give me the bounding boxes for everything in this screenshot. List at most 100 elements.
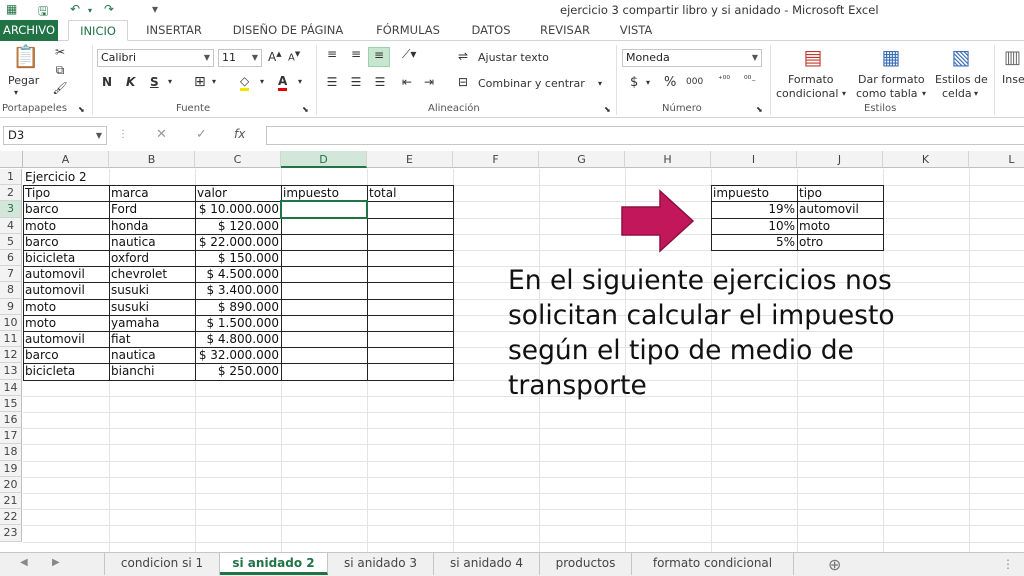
align-left-icon[interactable]: ☰ xyxy=(322,75,342,89)
column-header-k[interactable]: K xyxy=(883,151,969,168)
conditional-format-label-2[interactable]: condicional xyxy=(776,87,838,100)
tab-diseno[interactable]: DISEÑO DE PÁGINA xyxy=(224,20,352,41)
dialog-launcher-icon[interactable]: ⬊ xyxy=(78,105,85,114)
wrap-text-icon[interactable]: ⇌ xyxy=(458,49,468,63)
row-header-14[interactable]: 14 xyxy=(0,379,22,396)
table-cell[interactable]: nautica xyxy=(109,347,195,363)
insert-cells-icon[interactable]: ▥ xyxy=(1004,47,1021,68)
paste-icon[interactable]: 📋 xyxy=(12,45,40,73)
font-color-icon[interactable]: A xyxy=(278,74,288,91)
tax-rate-cell[interactable]: 19% xyxy=(711,201,797,217)
font-size-dropdown[interactable]: 11 ▼ xyxy=(218,49,262,67)
table-cell[interactable]: barco xyxy=(23,201,109,217)
align-top-icon[interactable]: ≡ xyxy=(322,47,342,61)
select-all-corner[interactable] xyxy=(0,151,23,168)
tab-archivo[interactable]: ARCHIVO xyxy=(0,20,58,41)
conditional-format-icon[interactable]: ▤ xyxy=(798,45,828,71)
borders-dropdown-icon[interactable]: ▾ xyxy=(212,77,216,86)
row-header-15[interactable]: 15 xyxy=(0,395,22,412)
align-middle-icon[interactable]: ≡ xyxy=(346,47,366,61)
column-header-d[interactable]: D xyxy=(281,151,367,168)
column-header-c[interactable]: C xyxy=(195,151,281,168)
merge-dropdown-icon[interactable]: ▾ xyxy=(598,79,602,88)
table-cell[interactable]: $ 4.800.000 xyxy=(195,331,281,347)
row-header-11[interactable]: 11 xyxy=(0,331,22,348)
font-color-dropdown-icon[interactable]: ▾ xyxy=(298,77,302,86)
table-cell[interactable]: fiat xyxy=(109,331,195,347)
table-cell[interactable]: $ 250.000 xyxy=(195,363,281,379)
table-cell[interactable]: $ 890.000 xyxy=(195,299,281,315)
table-cell[interactable]: $ 150.000 xyxy=(195,250,281,266)
more-icon[interactable]: ⋮ xyxy=(1002,557,1014,571)
cell-a1[interactable]: Ejercicio 2 xyxy=(23,169,109,185)
paste-dropdown-icon[interactable]: ▾ xyxy=(14,88,18,97)
scroll-left-icon[interactable]: ◀ xyxy=(20,557,28,568)
table-cell[interactable]: moto xyxy=(23,218,109,234)
tax-type-cell[interactable]: automovil xyxy=(797,201,883,217)
fill-color-icon[interactable]: ◇ xyxy=(240,74,250,91)
tab-insertar[interactable]: INSERTAR xyxy=(138,20,210,41)
table-cell[interactable]: $ 32.000.000 xyxy=(195,347,281,363)
column-header-a[interactable]: A xyxy=(23,151,109,168)
row-header-23[interactable]: 23 xyxy=(0,525,22,542)
sheet-tab-productos[interactable]: productos xyxy=(540,553,632,575)
table-cell[interactable]: bianchi xyxy=(109,363,195,379)
column-header-e[interactable]: E xyxy=(367,151,453,168)
tax-header-cell[interactable]: impuesto xyxy=(711,185,797,201)
merge-center-icon[interactable]: ⊟ xyxy=(458,75,468,89)
table-cell[interactable]: $ 120.000 xyxy=(195,218,281,234)
table-cell[interactable]: bicicleta xyxy=(23,250,109,266)
conditional-format-label-1[interactable]: Formato xyxy=(788,73,834,86)
table-cell[interactable]: barco xyxy=(23,234,109,250)
table-cell[interactable]: $ 3.400.000 xyxy=(195,282,281,298)
increase-font-icon[interactable]: A▲ xyxy=(268,50,282,64)
sheet-tab-condicion-si-1[interactable]: condicion si 1 xyxy=(104,553,220,575)
format-as-table-label-1[interactable]: Dar formato xyxy=(858,73,925,86)
column-header-b[interactable]: B xyxy=(109,151,195,168)
table-cell[interactable]: susuki xyxy=(109,299,195,315)
scroll-right-icon[interactable]: ▶ xyxy=(52,557,60,568)
copy-icon[interactable]: ⧉ xyxy=(52,63,68,78)
row-header-21[interactable]: 21 xyxy=(0,493,22,510)
header-cell[interactable]: marca xyxy=(109,185,195,201)
table-cell[interactable]: oxford xyxy=(109,250,195,266)
wrap-text-button[interactable]: Ajustar texto xyxy=(478,51,549,64)
tab-revisar[interactable]: REVISAR xyxy=(530,20,600,41)
row-header-12[interactable]: 12 xyxy=(0,347,22,364)
column-header-h[interactable]: H xyxy=(625,151,711,168)
row-header-17[interactable]: 17 xyxy=(0,428,22,445)
sheet-tab-formato-condicional[interactable]: formato condicional xyxy=(632,553,794,575)
tab-datos[interactable]: DATOS xyxy=(462,20,520,41)
format-painter-icon[interactable]: 🖌 xyxy=(52,81,68,95)
table-cell[interactable]: automovil xyxy=(23,266,109,282)
table-cell[interactable]: $ 10.000.000 xyxy=(195,201,281,217)
chevron-down-icon[interactable]: ▾ xyxy=(842,89,846,98)
percent-button[interactable]: % xyxy=(664,75,676,90)
tab-vista[interactable]: VISTA xyxy=(608,20,664,41)
row-header-6[interactable]: 6 xyxy=(0,250,22,267)
selected-cell[interactable] xyxy=(280,200,368,219)
number-format-dropdown[interactable]: Moneda ▼ xyxy=(622,49,762,67)
italic-button[interactable]: K xyxy=(126,75,135,89)
cancel-icon[interactable]: ✕ xyxy=(156,127,167,142)
currency-button[interactable]: $ xyxy=(630,75,638,90)
table-cell[interactable]: yamaha xyxy=(109,315,195,331)
table-cell[interactable]: susuki xyxy=(109,282,195,298)
table-cell[interactable]: chevrolet xyxy=(109,266,195,282)
cell-styles-label-1[interactable]: Estilos de xyxy=(935,73,988,86)
table-cell[interactable]: barco xyxy=(23,347,109,363)
sheet-tab-si-anidado-3[interactable]: si anidado 3 xyxy=(328,553,434,575)
row-header-10[interactable]: 10 xyxy=(0,314,22,331)
row-header-3[interactable]: 3 xyxy=(0,201,22,218)
chevron-down-icon[interactable]: ▾ xyxy=(974,89,978,98)
thousands-button[interactable]: 000 xyxy=(686,77,703,87)
enter-icon[interactable]: ✓ xyxy=(196,127,207,142)
row-header-2[interactable]: 2 xyxy=(0,185,22,202)
orientation-icon[interactable]: ⟋▾ xyxy=(402,47,416,62)
column-header-l[interactable]: L xyxy=(969,151,1024,168)
row-header-4[interactable]: 4 xyxy=(0,217,22,234)
decrease-decimal-icon[interactable]: ⁰⁰₋ xyxy=(744,75,756,85)
table-cell[interactable]: automovil xyxy=(23,282,109,298)
row-header-1[interactable]: 1 xyxy=(0,169,22,186)
column-header-i[interactable]: I xyxy=(711,151,797,168)
